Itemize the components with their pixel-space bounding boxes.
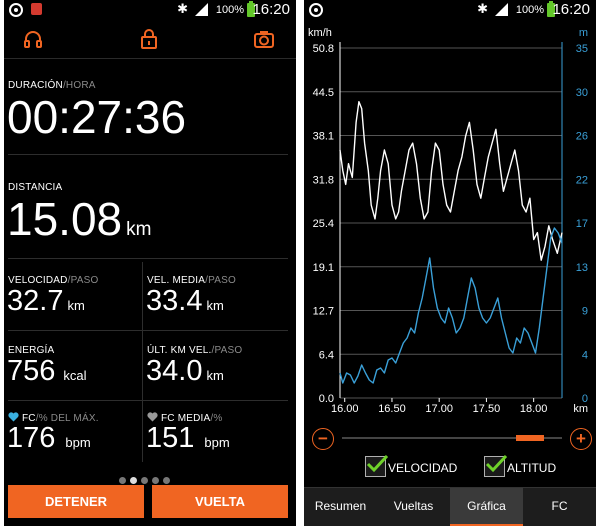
camera-icon[interactable]	[253, 28, 275, 50]
left-axis-tick: 19.1	[313, 262, 334, 274]
right-axis-tick: 35	[576, 43, 588, 55]
speed-value: 32.7 km	[7, 285, 85, 317]
heart-icon	[147, 412, 158, 422]
x-axis-tick: 17.50	[473, 403, 501, 415]
speed-altitude-chart[interactable]: km/h m 50.8 35 44.5 30 38.1 26 31.8 22 25.4 17 19.1 1…	[304, 20, 596, 420]
series-toggles: VELOCIDAD ALTITUD	[304, 454, 596, 486]
page-dot[interactable]	[130, 477, 137, 484]
x-axis-tick: 18.00	[520, 403, 548, 415]
avg-speed-value: 33.4 km	[146, 285, 224, 317]
left-axis-unit: km/h	[308, 27, 332, 39]
x-axis-tick: 16.00	[331, 403, 359, 415]
signal-icon	[495, 3, 508, 16]
status-bar: ✱ 100% 16:20	[304, 0, 596, 20]
tab-fc[interactable]: FC	[523, 488, 596, 526]
left-axis-tick: 6.4	[319, 349, 334, 361]
stop-button[interactable]: DETENER	[8, 485, 144, 518]
energy-value: 756 kcal	[7, 355, 87, 387]
distance-value: 15.08 km	[7, 193, 152, 245]
gps-icon	[9, 3, 23, 17]
zoom-control: − +	[304, 420, 596, 456]
gps-icon	[309, 3, 323, 17]
velocity-checkbox-label: VELOCIDAD	[388, 461, 458, 475]
divider	[8, 154, 288, 155]
zoom-slider-handle[interactable]	[516, 435, 544, 441]
column-divider	[142, 262, 143, 462]
right-axis-tick: 22	[576, 174, 588, 186]
right-axis-tick: 17	[576, 218, 588, 230]
toolbar	[4, 20, 296, 59]
tab-bar: Resumen Vueltas Gráfica FC	[304, 487, 596, 526]
x-axis-unit: km	[573, 403, 588, 415]
hr-value: 176 bpm	[7, 422, 91, 454]
tab-grafica[interactable]: Gráfica	[450, 488, 523, 526]
battery-percent: 100%	[515, 4, 544, 16]
check-icon	[485, 454, 507, 473]
left-axis-tick: 12.7	[313, 306, 334, 318]
check-icon	[366, 454, 388, 473]
velocity-series-line	[339, 100, 563, 261]
last-km-value: 34.0 km	[146, 355, 224, 387]
zoom-out-button[interactable]: −	[312, 428, 334, 450]
workout-chart-screen: ✱ 100% 16:20 km/h m 50.8 35 44.5 30 38.1 26 31.8…	[304, 0, 596, 526]
left-axis-tick: 50.8	[313, 43, 334, 55]
tab-vueltas[interactable]: Vueltas	[377, 488, 450, 526]
right-axis-tick: 30	[576, 87, 588, 99]
x-axis-tick: 17.00	[425, 403, 453, 415]
bluetooth-icon: ✱	[177, 1, 188, 16]
right-axis-tick: 4	[582, 349, 588, 361]
lap-button[interactable]: VUELTA	[152, 485, 288, 518]
divider	[8, 330, 288, 331]
status-time: 16:20	[552, 1, 590, 18]
status-bar: ✱ 100% 16:20	[4, 0, 296, 20]
workout-summary-screen: ✱ 100% 16:20 DURACIÓN/HORA 00:27:36 DIST…	[4, 0, 296, 526]
divider	[8, 258, 288, 259]
left-axis-tick: 25.4	[313, 218, 334, 230]
left-axis-tick: 31.8	[313, 174, 334, 186]
right-axis-tick: 13	[576, 262, 588, 274]
left-axis-tick: 44.5	[313, 87, 334, 99]
right-axis-tick: 9	[582, 306, 588, 318]
velocity-checkbox[interactable]	[365, 454, 388, 477]
page-dot[interactable]	[163, 477, 170, 484]
status-time: 16:20	[252, 1, 290, 18]
right-axis-tick: 26	[576, 131, 588, 143]
altitude-checkbox[interactable]	[484, 454, 507, 477]
altitude-series-line	[339, 227, 563, 384]
avg-hr-value: 151 bpm	[146, 422, 230, 454]
right-axis-unit: m	[579, 27, 588, 39]
page-dot[interactable]	[152, 477, 159, 484]
battery-percent: 100%	[215, 4, 244, 16]
headphones-icon[interactable]	[22, 28, 44, 50]
heart-icon	[8, 412, 19, 422]
divider	[8, 400, 288, 401]
page-dot[interactable]	[141, 477, 148, 484]
zoom-in-button[interactable]: +	[570, 428, 592, 450]
signal-icon	[195, 3, 208, 16]
left-axis-tick: 38.1	[313, 131, 334, 143]
altitude-checkbox-label: ALTITUD	[507, 461, 557, 475]
tab-resumen[interactable]: Resumen	[304, 488, 377, 526]
bluetooth-icon: ✱	[477, 1, 488, 16]
page-dot[interactable]	[119, 477, 126, 484]
duration-value: 00:27:36	[7, 91, 187, 143]
app-notification-icon	[31, 3, 42, 15]
lock-icon[interactable]	[138, 28, 160, 50]
x-axis-tick: 16.50	[378, 403, 406, 415]
